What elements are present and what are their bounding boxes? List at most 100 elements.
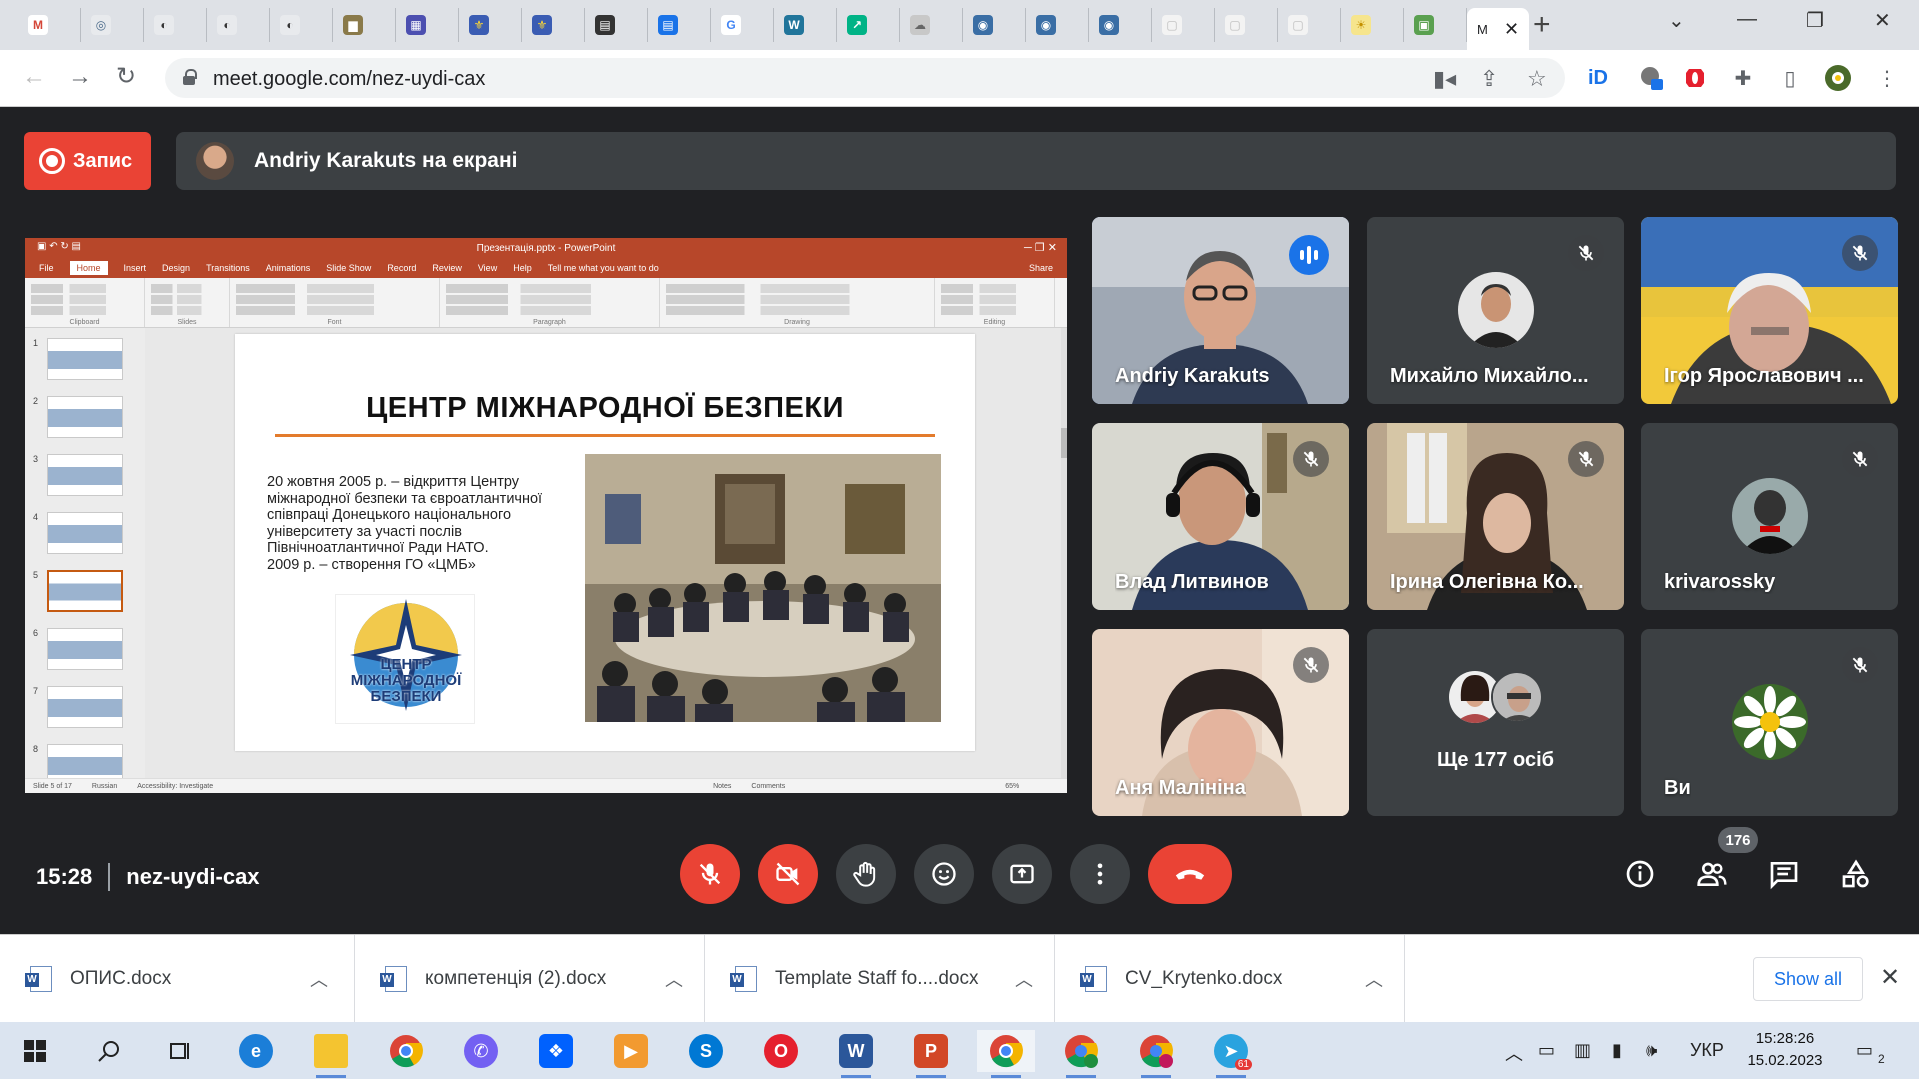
camera-toggle-button[interactable] (758, 844, 818, 904)
file-explorer-taskbar-icon[interactable] (302, 1030, 360, 1078)
system-clock[interactable]: 15:28:26 15.02.2023 (1740, 1028, 1830, 1072)
start-button[interactable] (6, 1030, 64, 1072)
participant-tile-vlad[interactable]: Влад Литвинов (1092, 423, 1349, 610)
chrome-taskbar-icon[interactable] (377, 1030, 435, 1072)
chevron-up-icon[interactable]: ︿ (1365, 966, 1383, 992)
download-name[interactable]: CV_Krytenko.docx (1125, 968, 1365, 990)
browser-tab[interactable]: ↗ (837, 8, 900, 42)
close-window-button[interactable]: ✕ (1874, 8, 1891, 33)
back-button[interactable]: ← (22, 64, 46, 90)
powerpoint-taskbar-icon[interactable]: P (902, 1030, 960, 1078)
chevron-up-icon[interactable]: ︿ (665, 966, 683, 992)
viber-taskbar-icon[interactable]: ✆ (452, 1030, 510, 1072)
show-all-downloads-button[interactable]: Show all (1753, 957, 1863, 1001)
chevron-up-icon[interactable]: ︿ (310, 966, 328, 992)
chat-button[interactable] (1766, 856, 1802, 892)
chrome-window-taskbar-icon[interactable] (977, 1030, 1035, 1078)
people-button[interactable] (1694, 856, 1730, 892)
url-text[interactable]: meet.google.com/nez-uydi-cax (213, 68, 485, 91)
tray-overflow-icon[interactable]: ︿ (1505, 1040, 1523, 1066)
download-item[interactable]: CV_Krytenko.docx ︿ (1055, 935, 1405, 1023)
participant-tile-andriy[interactable]: Andriy Karakuts (1092, 217, 1349, 404)
extension-chat-icon[interactable] (1636, 63, 1666, 93)
browser-tab[interactable]: ▦ (396, 8, 459, 42)
search-button[interactable] (80, 1030, 138, 1072)
browser-tab[interactable]: ◐ (207, 8, 270, 42)
active-browser-tab[interactable]: M ✕ (1467, 8, 1529, 50)
browser-tab[interactable]: ▤ (648, 8, 711, 42)
browser-tab[interactable]: W (774, 8, 837, 42)
microphone-icon[interactable]: ▮ (1612, 1040, 1622, 1061)
browser-tab[interactable]: ◎ (81, 8, 144, 42)
battery-icon[interactable]: ▭ (1538, 1040, 1555, 1061)
browser-tab[interactable]: G (711, 8, 774, 42)
browser-tab[interactable]: ▤ (585, 8, 648, 42)
meeting-details-button[interactable] (1622, 856, 1658, 892)
browser-tab[interactable]: ☀ (1341, 8, 1404, 42)
participant-tile-anya[interactable]: Аня Малініна (1092, 629, 1349, 816)
extensions-puzzle-icon[interactable]: ✚ (1728, 63, 1758, 93)
network-icon[interactable]: ▥ (1574, 1040, 1591, 1061)
download-name[interactable]: ОПИС.docx (70, 968, 310, 990)
mic-toggle-button[interactable] (680, 844, 740, 904)
close-tab-icon[interactable]: ✕ (1504, 19, 1519, 40)
browser-tab[interactable]: ▢ (1152, 8, 1215, 42)
browser-tab[interactable]: ▢ (1278, 8, 1341, 42)
browser-tab[interactable]: ◐ (270, 8, 333, 42)
recording-button[interactable]: Запис (24, 132, 151, 190)
leave-call-button[interactable] (1148, 844, 1232, 904)
download-item[interactable]: ОПИС.docx ︿ (0, 935, 355, 1023)
browser-tab[interactable]: ◉ (963, 8, 1026, 42)
self-tile[interactable]: Ви (1641, 629, 1898, 816)
participant-tile-ihor[interactable]: Ігор Ярославович ... (1641, 217, 1898, 404)
browser-tab[interactable]: ☁ (900, 8, 963, 42)
new-tab-button[interactable]: + (1533, 10, 1551, 40)
present-screen-button[interactable] (992, 844, 1052, 904)
telegram-taskbar-icon[interactable]: ➤ 61 (1202, 1030, 1260, 1078)
task-view-button[interactable] (150, 1030, 208, 1072)
activities-button[interactable] (1838, 856, 1874, 892)
browser-tab[interactable]: ◉ (1026, 8, 1089, 42)
participant-tile-krivarossky[interactable]: krivarossky (1641, 423, 1898, 610)
more-participants-tile[interactable]: Ще 177 осіб (1367, 629, 1624, 816)
close-shelf-icon[interactable]: ✕ (1880, 963, 1900, 992)
more-options-button[interactable] (1070, 844, 1130, 904)
edge-taskbar-icon[interactable]: e (227, 1030, 285, 1072)
chrome-menu-icon[interactable]: ⋮ (1872, 63, 1902, 93)
browser-tab[interactable]: ⚜ (522, 8, 585, 42)
minimize-button[interactable]: — (1737, 8, 1757, 31)
browser-tab[interactable]: ▢ (1215, 8, 1278, 42)
browser-tab[interactable]: ▣ (1404, 8, 1467, 42)
input-language[interactable]: УКР (1690, 1040, 1724, 1061)
chrome-profile2-taskbar-icon[interactable] (1127, 1030, 1185, 1078)
word-taskbar-icon[interactable]: W (827, 1030, 885, 1078)
profile-avatar[interactable] (1823, 63, 1853, 93)
raise-hand-button[interactable] (836, 844, 896, 904)
chevron-up-icon[interactable]: ︿ (1015, 966, 1033, 992)
restore-button[interactable]: ❐ (1806, 8, 1824, 33)
browser-tab[interactable]: ⚜ (459, 8, 522, 42)
media-player-taskbar-icon[interactable]: ▶ (602, 1030, 660, 1072)
bookmark-star-icon[interactable]: ☆ (1527, 66, 1547, 92)
download-item[interactable]: Template Staff fo....docx ︿ (705, 935, 1055, 1023)
chrome-profile-taskbar-icon[interactable] (1052, 1030, 1110, 1078)
dropbox-taskbar-icon[interactable]: ❖ (527, 1030, 585, 1072)
lock-icon[interactable] (183, 69, 197, 85)
side-panel-icon[interactable]: ▯ (1775, 63, 1805, 93)
slide-scrollbar[interactable] (1061, 328, 1067, 778)
camera-icon[interactable]: ▮◂ (1433, 66, 1456, 92)
volume-icon[interactable]: 🕪 (1646, 1040, 1657, 1061)
opera-vpn-icon[interactable] (1680, 63, 1710, 93)
browser-tab[interactable]: ◉ (1089, 8, 1152, 42)
reload-button[interactable]: ↻ (116, 64, 136, 90)
download-item[interactable]: компетенція (2).docx ︿ (355, 935, 705, 1023)
download-name[interactable]: Template Staff fo....docx (775, 968, 1015, 990)
browser-tab[interactable]: ◐ (144, 8, 207, 42)
share-icon[interactable]: ⇪ (1480, 66, 1498, 92)
download-name[interactable]: компетенція (2).docx (425, 968, 665, 990)
skype-taskbar-icon[interactable]: S (677, 1030, 735, 1072)
browser-tab[interactable]: ▆ (333, 8, 396, 42)
forward-button[interactable]: → (68, 64, 92, 90)
opera-taskbar-icon[interactable]: O (752, 1030, 810, 1072)
extension-id-icon[interactable]: iD (1583, 63, 1613, 93)
